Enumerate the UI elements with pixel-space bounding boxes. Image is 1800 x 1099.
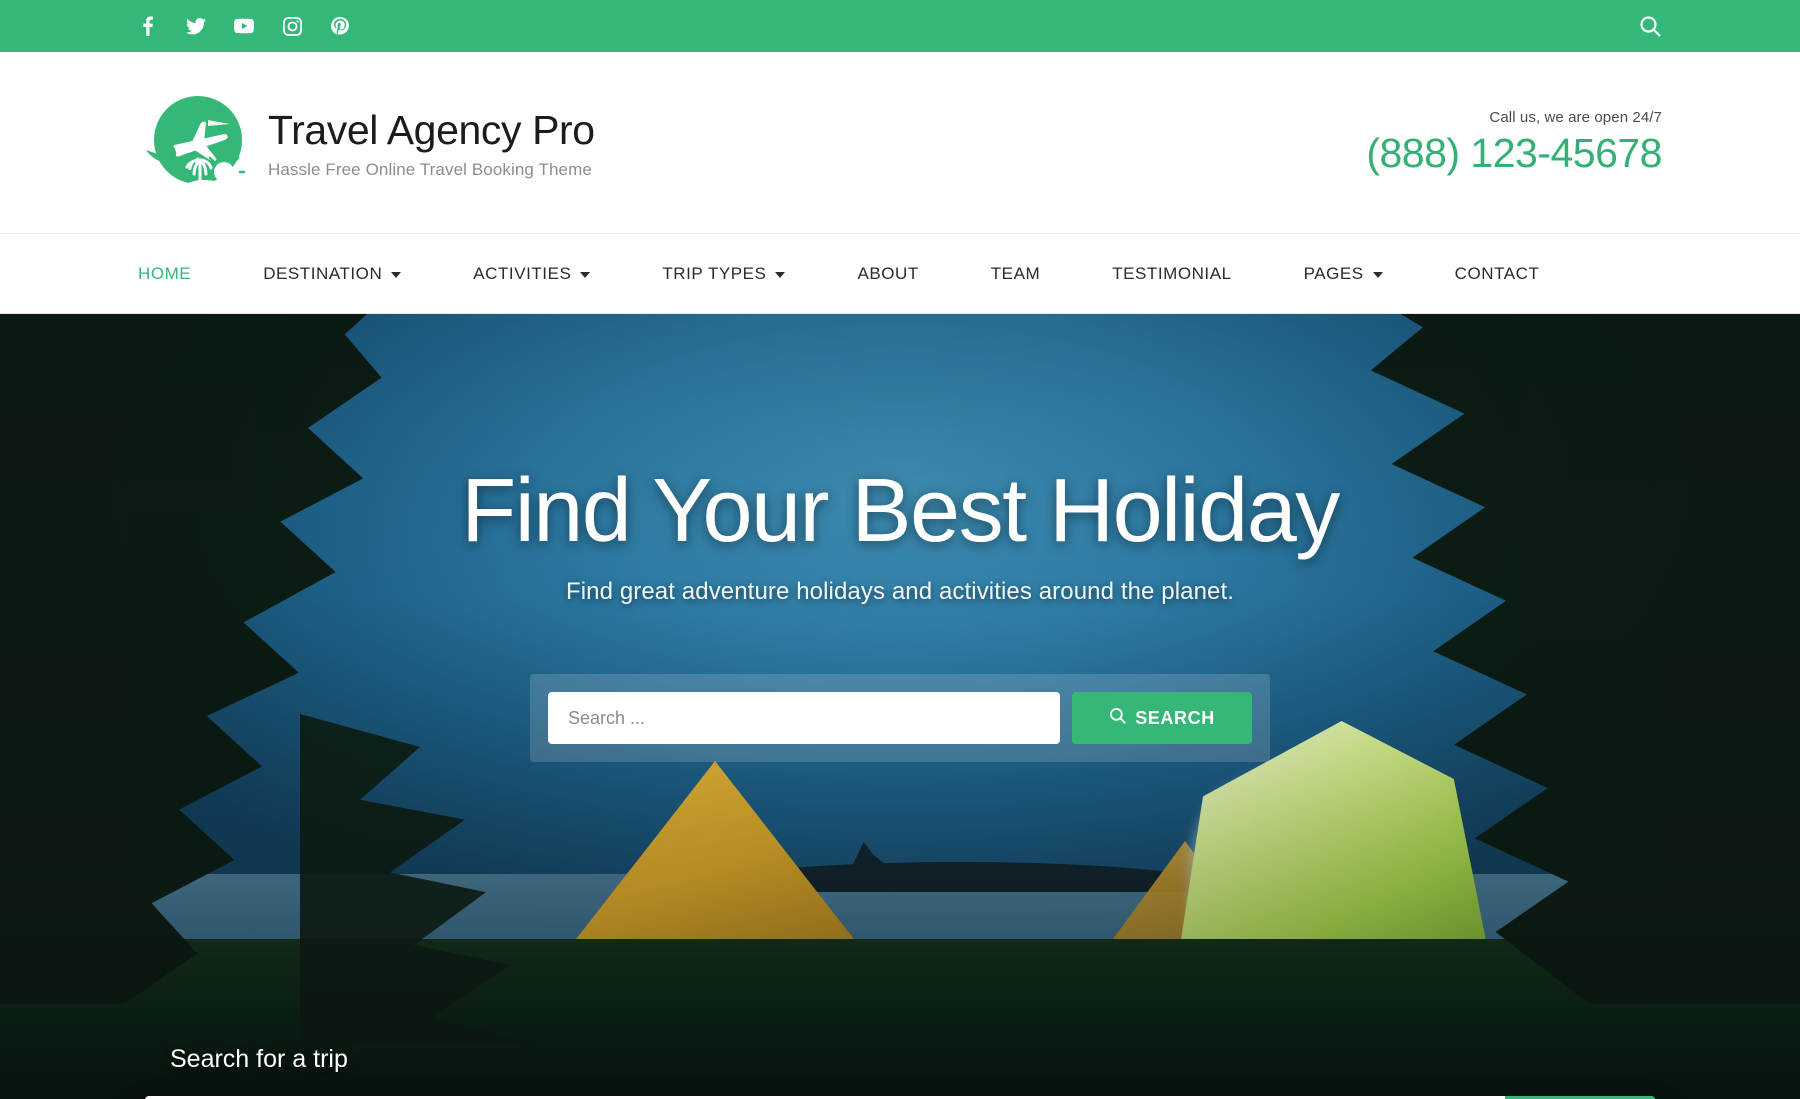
hero-search-panel: SEARCH [530,674,1270,762]
nav-item-pages[interactable]: PAGES [1304,264,1419,284]
chevron-down-icon [580,271,591,278]
pinterest-icon[interactable] [330,15,350,37]
nav-label-trip-types: TRIP TYPES [662,263,767,283]
nav-label-activities: ACTIVITIES [473,263,572,283]
top-bar [0,0,1800,52]
site-tagline: Hassle Free Online Travel Booking Theme [268,159,592,179]
hero-title: Find Your Best Holiday [461,461,1340,561]
site-header: Travel Agency Pro Hassle Free Online Tra… [0,52,1800,234]
hero-banner: Find Your Best Holiday Find great advent… [0,314,1800,1099]
top-search-icon[interactable] [1638,14,1662,38]
airplane-palm-logo-icon [138,90,246,195]
social-links [138,15,350,37]
nav-label-team: TEAM [990,263,1041,283]
nav-item-contact[interactable]: CONTACT [1455,264,1576,284]
call-box: Call us, we are open 24/7 (888) 123-4567… [1366,109,1662,177]
hero-search-input[interactable] [548,692,1060,744]
nav-item-home[interactable]: HOME [138,264,227,284]
nav-item-destination[interactable]: DESTINATION [263,264,437,284]
chevron-down-icon [391,271,402,278]
nav-label-about: ABOUT [857,263,919,283]
nav-label-testimonial: TESTIMONIAL [1112,263,1232,283]
main-navigation: HOME DESTINATION ACTIVITIES TRIP TYPES A… [0,234,1800,314]
nav-list: HOME DESTINATION ACTIVITIES TRIP TYPES A… [138,264,1611,284]
call-number[interactable]: (888) 123-45678 [1366,130,1662,177]
hero-content: Find Your Best Holiday Find great advent… [0,314,1800,762]
nav-item-trip-types[interactable]: TRIP TYPES [662,264,821,284]
brand[interactable]: Travel Agency Pro Hassle Free Online Tra… [138,90,595,195]
nav-label-contact: CONTACT [1454,263,1540,283]
call-label: Call us, we are open 24/7 [1489,108,1662,126]
nav-label-destination: DESTINATION [263,263,383,283]
search-icon [1109,707,1127,729]
hero-search-button[interactable]: SEARCH [1072,692,1252,744]
nav-item-testimonial[interactable]: TESTIMONIAL [1112,264,1267,284]
instagram-icon[interactable] [282,15,302,37]
chevron-down-icon [775,271,786,278]
nav-item-team[interactable]: TEAM [991,264,1076,284]
nav-label-home: HOME [138,263,192,283]
hero-subtitle: Find great adventure holidays and activi… [565,578,1235,605]
nav-item-activities[interactable]: ACTIVITIES [473,264,626,284]
trip-search-section: Search for a trip DESTINATION Destinatio… [0,1045,1800,1099]
twitter-icon[interactable] [186,15,206,37]
site-title: Travel Agency Pro [268,107,595,154]
facebook-icon[interactable] [138,15,158,37]
nav-item-about[interactable]: ABOUT [857,264,954,284]
youtube-icon[interactable] [234,15,254,37]
chevron-down-icon [1372,271,1383,278]
nav-label-pages: PAGES [1303,263,1364,283]
trip-search-heading: Search for a trip [170,1045,348,1073]
hero-search-button-label: SEARCH [1135,707,1215,728]
